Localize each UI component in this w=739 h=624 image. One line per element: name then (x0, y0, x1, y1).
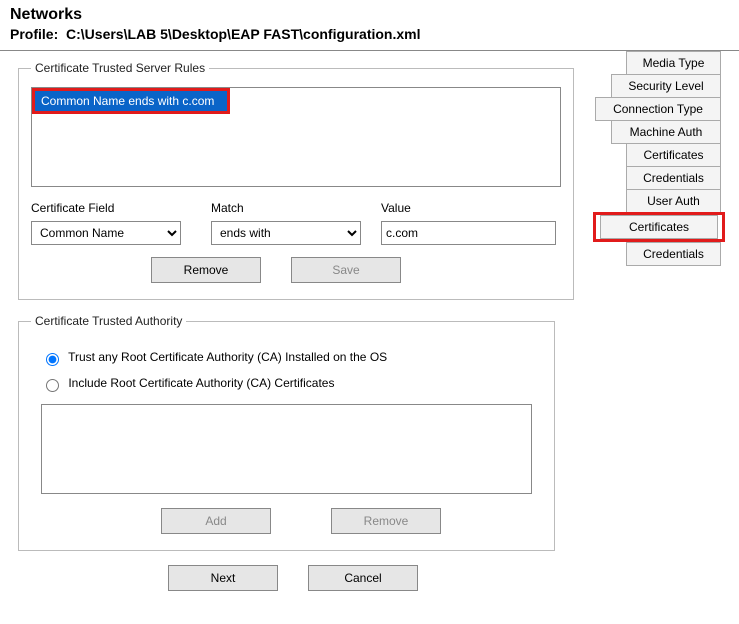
rules-legend: Certificate Trusted Server Rules (31, 61, 209, 75)
remove-rule-button[interactable]: Remove (151, 257, 261, 283)
tab-certificates-4[interactable]: Certificates (626, 143, 721, 167)
tab-security-level-1[interactable]: Security Level (611, 74, 721, 98)
cancel-button[interactable]: Cancel (308, 565, 418, 591)
remove-authority-button[interactable]: Remove (331, 508, 441, 534)
tab-machine-auth-3[interactable]: Machine Auth (611, 120, 721, 144)
radio-include[interactable]: Include Root Certificate Authority (CA) … (41, 376, 334, 390)
next-button[interactable]: Next (168, 565, 278, 591)
profile-path: Profile: C:\Users\LAB 5\Desktop\EAP FAST… (10, 26, 729, 42)
value-input[interactable] (381, 221, 556, 245)
add-authority-button[interactable]: Add (161, 508, 271, 534)
cert-field-label: Certificate Field (31, 201, 211, 215)
rules-list[interactable]: Common Name ends with c.com (31, 87, 561, 187)
list-item[interactable]: Common Name ends with c.com (35, 91, 227, 111)
tab-certificates-7[interactable]: Certificates (600, 215, 718, 239)
radio-trust-any-input[interactable] (46, 353, 59, 366)
save-rule-button[interactable]: Save (291, 257, 401, 283)
radio-include-label: Include Root Certificate Authority (CA) … (68, 376, 334, 390)
radio-include-input[interactable] (46, 379, 59, 392)
match-label: Match (211, 201, 381, 215)
authority-legend: Certificate Trusted Authority (31, 314, 186, 328)
profile-label: Profile: (10, 26, 58, 42)
cert-field-select[interactable]: Common Name (31, 221, 181, 245)
tab-user-auth-6[interactable]: User Auth (626, 189, 721, 213)
page-title: Networks (10, 6, 729, 24)
sidebar-tabs: Media TypeSecurity LevelConnection TypeM… (565, 51, 725, 601)
tab-connection-type-2[interactable]: Connection Type (595, 97, 721, 121)
tab-media-type-0[interactable]: Media Type (626, 51, 721, 75)
profile-path-value: C:\Users\LAB 5\Desktop\EAP FAST\configur… (66, 26, 420, 42)
authority-list[interactable] (41, 404, 532, 494)
trusted-server-rules-group: Certificate Trusted Server Rules Common … (18, 61, 574, 300)
trusted-authority-group: Certificate Trusted Authority Trust any … (18, 314, 555, 551)
radio-trust-any[interactable]: Trust any Root Certificate Authority (CA… (41, 350, 387, 364)
value-label: Value (381, 201, 561, 215)
tab-highlight: Certificates (593, 212, 725, 242)
tab-credentials-8[interactable]: Credentials (626, 242, 721, 266)
radio-trust-any-label: Trust any Root Certificate Authority (CA… (68, 350, 387, 364)
match-select[interactable]: ends with (211, 221, 361, 245)
tab-credentials-5[interactable]: Credentials (626, 166, 721, 190)
